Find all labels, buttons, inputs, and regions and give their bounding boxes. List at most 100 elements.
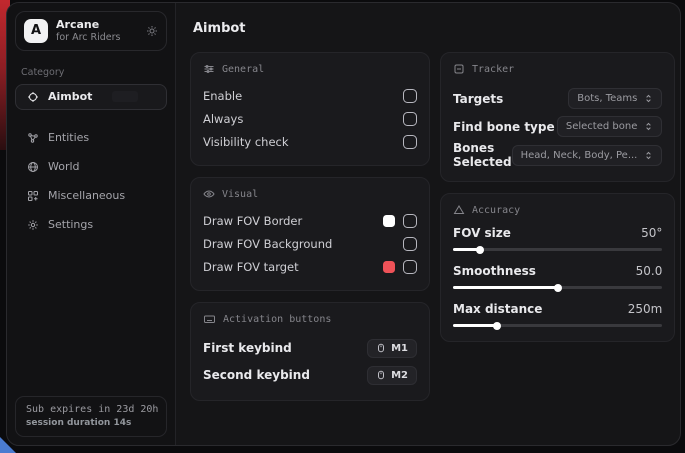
- page-title: Aimbot: [193, 21, 675, 36]
- slider-fill: [453, 324, 497, 327]
- setting-label: First keybind: [203, 341, 292, 355]
- fov-target-checkbox[interactable]: [403, 260, 417, 274]
- unfold-icon: [644, 151, 653, 160]
- mouse-icon: [376, 370, 386, 380]
- setting-row-bones-selected: Bones Selected Head, Neck, Body, Pe...: [453, 141, 662, 169]
- setting-label: Enable: [203, 89, 242, 103]
- general-panel-header: General: [203, 63, 417, 75]
- visibility-check-checkbox[interactable]: [403, 135, 417, 149]
- setting-label: Targets: [453, 92, 503, 106]
- color-swatch[interactable]: [383, 215, 395, 227]
- enable-checkbox[interactable]: [403, 89, 417, 103]
- setting-label: Draw FOV target: [203, 260, 299, 274]
- setting-row-fov-target: Draw FOV target: [203, 256, 417, 278]
- select-value: Head, Neck, Body, Pe...: [521, 150, 638, 161]
- crosshair-icon: [27, 91, 39, 103]
- panel-title: Activation buttons: [223, 314, 331, 325]
- sidebar-item-label: Miscellaneous: [48, 189, 125, 202]
- gear-icon[interactable]: [146, 25, 158, 37]
- accuracy-panel-header: Accuracy: [453, 204, 662, 216]
- setting-label: Smoothness: [453, 264, 536, 278]
- slider-fill: [453, 286, 558, 289]
- brand-card: A Arcane for Arc Riders: [15, 11, 167, 51]
- fov-background-checkbox[interactable]: [403, 237, 417, 251]
- sidebar-item-settings[interactable]: Settings: [15, 212, 167, 238]
- keybind-value: M2: [391, 370, 408, 381]
- cheat-menu-window: A Arcane for Arc Riders Category: [6, 2, 681, 446]
- sidebar-item-hint: [112, 91, 138, 102]
- setting-row-second-keybind: Second keybind M2: [203, 362, 417, 388]
- sidebar-item-entities[interactable]: Entities: [15, 125, 167, 151]
- sidebar-nav: Aimbot Entities: [7, 84, 175, 241]
- panel-title: Visual: [222, 189, 258, 200]
- always-checkbox[interactable]: [403, 112, 417, 126]
- brand-subtitle: for Arc Riders: [56, 32, 121, 44]
- setting-row-targets: Targets Bots, Teams: [453, 85, 662, 112]
- scan-icon: [453, 63, 465, 75]
- setting-row-first-keybind: First keybind M1: [203, 335, 417, 361]
- bones-selected-select[interactable]: Head, Neck, Body, Pe...: [512, 145, 663, 166]
- brand-logo: A: [24, 19, 48, 43]
- fov-border-checkbox[interactable]: [403, 214, 417, 228]
- visual-panel-header: Visual: [203, 188, 417, 200]
- left-column: General Enable Always Visibility check: [190, 52, 430, 412]
- setting-label: Always: [203, 112, 243, 126]
- fov-size-slider[interactable]: [453, 248, 662, 251]
- sidebar-item-label: Settings: [48, 218, 93, 231]
- color-swatch[interactable]: [383, 261, 395, 273]
- select-value: Bots, Teams: [577, 93, 637, 104]
- setting-value: 50.0: [636, 264, 663, 278]
- brand-text: Arcane for Arc Riders: [56, 18, 121, 44]
- delta-icon: [453, 204, 465, 216]
- category-label: Category: [21, 67, 161, 78]
- accuracy-panel: Accuracy FOV size 50°: [440, 193, 675, 342]
- setting-row-enable: Enable: [203, 85, 417, 107]
- setting-label: Second keybind: [203, 368, 310, 382]
- general-panel: General Enable Always Visibility check: [190, 52, 430, 166]
- mouse-icon: [376, 343, 386, 353]
- panel-title: Tracker: [472, 64, 514, 75]
- setting-label: Bones Selected: [453, 141, 512, 169]
- setting-label: Draw FOV Background: [203, 237, 332, 251]
- grid-icon: [27, 190, 39, 202]
- slider-thumb[interactable]: [554, 284, 562, 292]
- activation-panel-header: Activation buttons: [203, 313, 417, 325]
- setting-label: Visibility check: [203, 135, 289, 149]
- sidebar-item-miscellaneous[interactable]: Miscellaneous: [15, 183, 167, 209]
- keyboard-icon: [203, 313, 216, 325]
- brand-name: Arcane: [56, 18, 121, 32]
- slider-fill: [453, 248, 480, 251]
- setting-label: Max distance: [453, 302, 542, 316]
- find-bone-type-select[interactable]: Selected bone: [557, 116, 662, 137]
- smoothness-slider[interactable]: [453, 286, 662, 289]
- select-value: Selected bone: [566, 121, 637, 132]
- second-keybind-button[interactable]: M2: [367, 366, 417, 385]
- sidebar-item-world[interactable]: World: [15, 154, 167, 180]
- unfold-icon: [644, 94, 653, 103]
- max-distance-slider[interactable]: [453, 324, 662, 327]
- setting-label: Draw FOV Border: [203, 214, 302, 228]
- sliders-icon: [203, 63, 215, 75]
- unfold-icon: [644, 122, 653, 131]
- targets-select[interactable]: Bots, Teams: [568, 88, 662, 109]
- setting-row-fov-background: Draw FOV Background: [203, 233, 417, 255]
- setting-group-max-distance: Max distance 250m: [453, 302, 662, 327]
- tracker-panel-header: Tracker: [453, 63, 662, 75]
- slider-thumb[interactable]: [493, 322, 501, 330]
- first-keybind-button[interactable]: M1: [367, 339, 417, 358]
- setting-row-fov-border: Draw FOV Border: [203, 210, 417, 232]
- setting-row-find-bone-type: Find bone type Selected bone: [453, 113, 662, 140]
- sidebar-item-aimbot[interactable]: Aimbot: [15, 84, 167, 110]
- setting-value: 250m: [628, 302, 663, 316]
- session-duration: session duration 14s: [26, 418, 156, 428]
- main-content: Aimbot General Enable: [176, 3, 681, 445]
- panel-title: General: [222, 64, 264, 75]
- setting-row-visibility-check: Visibility check: [203, 131, 417, 153]
- setting-value: 50°: [641, 226, 662, 240]
- setting-group-smoothness: Smoothness 50.0: [453, 264, 662, 289]
- slider-thumb[interactable]: [476, 246, 484, 254]
- right-column: Tracker Targets Bots, Teams Find bone ty…: [440, 52, 675, 353]
- globe-icon: [27, 161, 39, 173]
- subscription-card: Sub expires in 23d 20h session duration …: [15, 396, 167, 437]
- activation-panel: Activation buttons First keybind M1 Seco…: [190, 302, 430, 401]
